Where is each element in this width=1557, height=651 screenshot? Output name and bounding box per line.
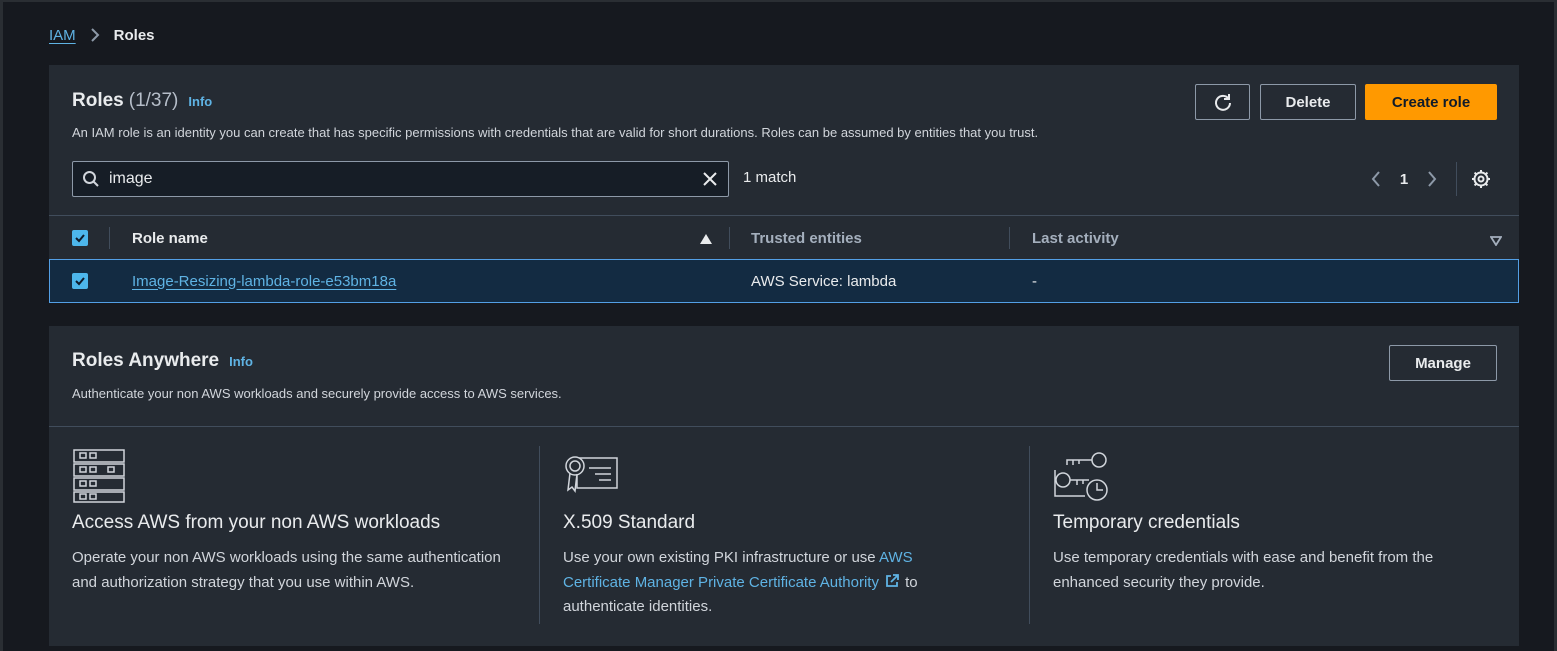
section-divider [49,426,1519,427]
roles-description: An IAM role is an identity you can creat… [72,125,1039,140]
chevron-right-icon[interactable] [1420,165,1444,193]
feature-title: X.509 Standard [563,512,696,533]
breadcrumb: IAM Roles [49,24,155,46]
feature-separator [1029,446,1030,624]
table-header: Role name Trusted entities Last activity [49,215,1519,259]
chevron-left-icon[interactable] [1364,165,1388,193]
column-separator [729,227,730,249]
breadcrumb-iam-link[interactable]: IAM [49,27,76,44]
breadcrumb-current: Roles [113,26,155,44]
search-field [72,161,729,197]
chevron-right-icon [88,28,102,42]
role-name-link[interactable]: Image-Resizing-lambda-role-e53bm18a [132,273,396,290]
last-activity-cell: - [1032,272,1037,290]
create-role-button[interactable]: Create role [1365,84,1497,120]
pagination: 1 [1364,162,1499,196]
roles-count: (1/37) [128,90,179,111]
feature-text: Use your own existing PKI infrastructure… [563,546,983,620]
window-left-border [0,0,3,651]
checkmark-icon [75,277,85,286]
roles-anywhere-info-link[interactable]: Info [229,354,253,369]
keys-clock-icon [1053,450,1111,509]
roles-header: Roles (1/37) Info [72,90,212,112]
page-number[interactable]: 1 [1388,171,1420,188]
row-checkbox[interactable] [72,273,88,289]
page-title: Roles [72,90,124,111]
pager-divider [1456,162,1457,196]
column-header-trusted-entities[interactable]: Trusted entities [751,216,862,260]
manage-button[interactable]: Manage [1389,345,1497,381]
select-all-checkbox[interactable] [72,230,88,246]
search-input[interactable] [109,162,692,196]
column-header-last-activity[interactable]: Last activity [1032,216,1119,260]
trusted-entities-cell: AWS Service: lambda [751,272,897,290]
external-link-icon [885,572,901,587]
roles-info-link[interactable]: Info [188,94,212,109]
refresh-icon [1214,94,1231,111]
gear-icon[interactable] [1463,164,1499,194]
column-separator [109,227,110,249]
delete-button[interactable]: Delete [1260,84,1356,120]
table-row[interactable]: Image-Resizing-lambda-role-e53bm18a AWS … [49,259,1519,303]
feature-text: Use temporary credentials with ease and … [1053,549,1434,591]
role-name-cell: Image-Resizing-lambda-role-e53bm18a [132,260,396,302]
roles-anywhere-title: Roles Anywhere [72,350,220,371]
window-top-border [0,0,1557,2]
refresh-button[interactable] [1195,84,1250,120]
roles-anywhere-description: Authenticate your non AWS workloads and … [72,386,562,401]
roles-anywhere-panel: Roles Anywhere Info Authenticate your no… [49,326,1519,646]
column-header-role-name[interactable]: Role name [132,216,208,260]
server-stack-icon [72,448,126,509]
feature-title: Temporary credentials [1053,512,1240,533]
column-separator [1009,227,1010,249]
close-icon[interactable] [692,162,728,196]
sort-descending-icon[interactable] [1489,233,1503,251]
feature-text: Operate your non AWS workloads using the… [72,549,501,591]
feature-text-before: Use your own existing PKI infrastructure… [563,549,879,566]
feature-title: Access AWS from your non AWS workloads [72,512,441,533]
sort-ascending-icon[interactable] [699,232,713,250]
search-icon [73,162,109,196]
feature-separator [539,446,540,624]
roles-anywhere-header: Roles Anywhere Info [72,350,253,372]
roles-panel: Roles (1/37) Info An IAM role is an iden… [49,65,1519,303]
checkmark-icon [75,234,85,243]
certificate-icon [563,454,619,499]
match-count: 1 match [743,169,797,186]
